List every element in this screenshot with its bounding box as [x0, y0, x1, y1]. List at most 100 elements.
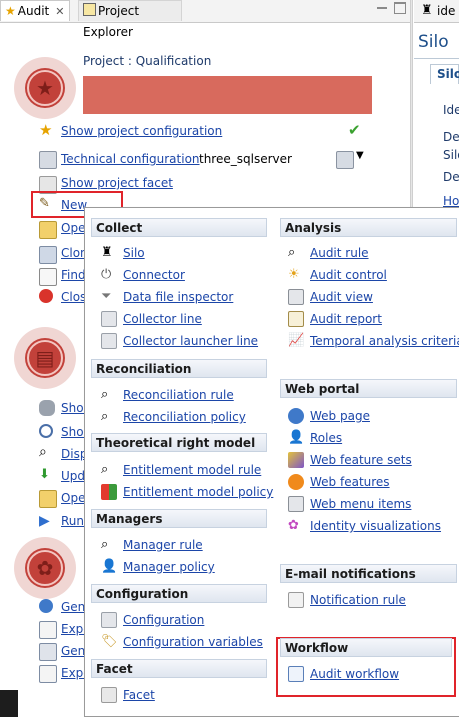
menu-item-label: Audit workflow: [310, 667, 400, 681]
menu-item-label: Web page: [310, 409, 370, 423]
export-icon: [39, 665, 57, 683]
workflow-icon: [288, 666, 304, 682]
menu-item-audit-control[interactable]: ☀ Audit control: [288, 265, 456, 285]
right-tab-label[interactable]: ide: [437, 4, 455, 18]
open-link[interactable]: Ope: [61, 221, 85, 235]
menu-item-audit-rule[interactable]: ⌕ Audit rule: [288, 243, 456, 263]
minimize-button[interactable]: [376, 2, 388, 14]
menu-item-label: Manager rule: [123, 538, 203, 552]
menu-item-configuration-variables[interactable]: 🏷 Configuration variables: [101, 632, 271, 652]
silo-icon: ♜: [421, 3, 433, 18]
manager-icon: 👤: [101, 559, 118, 574]
menu-item-audit-report[interactable]: Audit report: [288, 309, 456, 329]
menu-item-collector-line[interactable]: Collector line: [101, 309, 271, 329]
maximize-button[interactable]: [394, 2, 406, 14]
open-folder-icon: [39, 221, 57, 239]
open-link-2[interactable]: Ope: [61, 491, 85, 505]
silo-icon: ♜: [101, 245, 113, 260]
menu-item-manager-policy[interactable]: 👤 Manager policy: [101, 557, 271, 577]
menu-item-audit-workflow[interactable]: Audit workflow: [288, 664, 448, 684]
project-explorer-icon: [83, 3, 96, 16]
project-banner: [83, 76, 372, 114]
generate-link-2[interactable]: Gen: [61, 644, 85, 658]
menu-item-label: Audit rule: [310, 246, 369, 260]
menu-heading-email-notifications: E-mail notifications: [280, 564, 457, 583]
menu-heading-theoretical-right-model: Theoretical right model: [91, 433, 267, 452]
menu-item-roles[interactable]: 👤 Roles: [288, 428, 456, 448]
right-link-5[interactable]: Ho: [443, 194, 459, 208]
right-title-rule: [414, 58, 459, 59]
menu-item-label: Notification rule: [310, 593, 406, 607]
configuration-dropdown-icon[interactable]: [336, 151, 354, 169]
menu-item-temporal-analysis-criteria[interactable]: 📈 Temporal analysis criteria: [288, 331, 459, 351]
menu-item-manager-rule[interactable]: ⌕ Manager rule: [101, 535, 271, 555]
menu-item-facet[interactable]: Facet: [101, 685, 271, 705]
feature-sets-icon: [288, 452, 304, 468]
menu-item-configuration[interactable]: Configuration: [101, 610, 271, 630]
menu-item-label: Configuration: [123, 613, 205, 627]
menu-item-web-menu-items[interactable]: Web menu items: [288, 494, 456, 514]
close-icon[interactable]: ✕: [55, 5, 64, 18]
plug-icon: ⏻: [101, 267, 112, 282]
menu-item-notification-rule[interactable]: Notification rule: [288, 590, 456, 610]
menu-heading-configuration: Configuration: [91, 584, 267, 603]
right-label-2: De: [443, 130, 459, 144]
menu-item-web-feature-sets[interactable]: Web feature sets: [288, 450, 456, 470]
audit-control-icon: ☀: [288, 267, 300, 282]
menu-heading-web-portal: Web portal: [280, 379, 457, 398]
close-link[interactable]: Clos: [61, 290, 86, 304]
show-project-configuration-link[interactable]: Show project configuration: [61, 124, 222, 138]
new-popup-menu: Collect ♜ Silo ⏻ Connector ⏷ Data file i…: [84, 207, 459, 717]
search-icon: ⌕: [101, 462, 109, 477]
menu-item-label: Roles: [310, 431, 343, 445]
menu-item-label: Audit view: [310, 290, 373, 304]
menu-item-label: Collector line: [123, 312, 202, 326]
policy-grid-icon: [101, 484, 117, 500]
menu-item-entitlement-model-policy[interactable]: Entitlement model policy: [101, 482, 277, 502]
search-icon: ⌕: [101, 387, 109, 402]
data-section-icon: ▤: [14, 327, 76, 389]
menu-heading-managers: Managers: [91, 509, 267, 528]
tab-project-explorer[interactable]: Project Explorer: [78, 0, 182, 39]
menu-item-collector-launcher-line[interactable]: Collector launcher line: [101, 331, 271, 351]
export-icon: [39, 621, 57, 639]
export-section-icon: ✿: [14, 537, 76, 599]
collector-line-icon: [101, 311, 117, 327]
technical-configuration-link[interactable]: Technical configuration: [61, 152, 200, 166]
clock-icon: [39, 424, 53, 438]
menu-item-label: Audit control: [310, 268, 387, 282]
search-icon: ⌕: [101, 537, 109, 552]
menu-item-label: Configuration variables: [123, 635, 263, 649]
menu-item-audit-view[interactable]: Audit view: [288, 287, 456, 307]
menu-heading-reconciliation: Reconciliation: [91, 359, 267, 378]
right-subtab-silo[interactable]: Silo: [430, 64, 459, 84]
menu-item-label: Web menu items: [310, 497, 412, 511]
menu-item-reconciliation-policy[interactable]: ⌕ Reconciliation policy: [101, 407, 271, 427]
report-icon: [288, 311, 304, 327]
generate-link-1[interactable]: Gen: [61, 600, 85, 614]
menu-item-entitlement-model-rule[interactable]: ⌕ Entitlement model rule: [101, 460, 271, 480]
wand-icon: ✎: [39, 196, 50, 211]
menu-item-identity-visualizations[interactable]: ✿ Identity visualizations: [288, 516, 456, 536]
funnel-icon: ⏷: [101, 289, 112, 304]
globe-icon: [288, 408, 304, 424]
menu-item-data-file-inspector[interactable]: ⏷ Data file inspector: [101, 287, 271, 307]
technical-config-icon: [39, 151, 57, 169]
menu-item-web-features[interactable]: Web features: [288, 472, 456, 492]
menu-heading-collect: Collect: [91, 218, 267, 237]
menu-item-silo[interactable]: ♜ Silo: [101, 243, 271, 263]
find-link[interactable]: Find: [61, 268, 86, 282]
menu-item-web-page[interactable]: Web page: [288, 406, 456, 426]
menu-item-connector[interactable]: ⏻ Connector: [101, 265, 271, 285]
menu-item-label: Manager policy: [123, 560, 215, 574]
menu-heading-workflow: Workflow: [280, 638, 452, 657]
search-icon: ⌕: [101, 409, 109, 424]
tab-audit[interactable]: ★ Audit ✕: [0, 0, 70, 21]
update-link[interactable]: Upd: [61, 469, 85, 483]
globe-icon: [39, 599, 53, 613]
menu-item-label: Web features: [310, 475, 390, 489]
run-link[interactable]: Run: [61, 514, 84, 528]
show-project-facet-link[interactable]: Show project facet: [61, 176, 173, 190]
chevron-down-icon[interactable]: ▼: [356, 150, 364, 161]
menu-item-reconciliation-rule[interactable]: ⌕ Reconciliation rule: [101, 385, 271, 405]
